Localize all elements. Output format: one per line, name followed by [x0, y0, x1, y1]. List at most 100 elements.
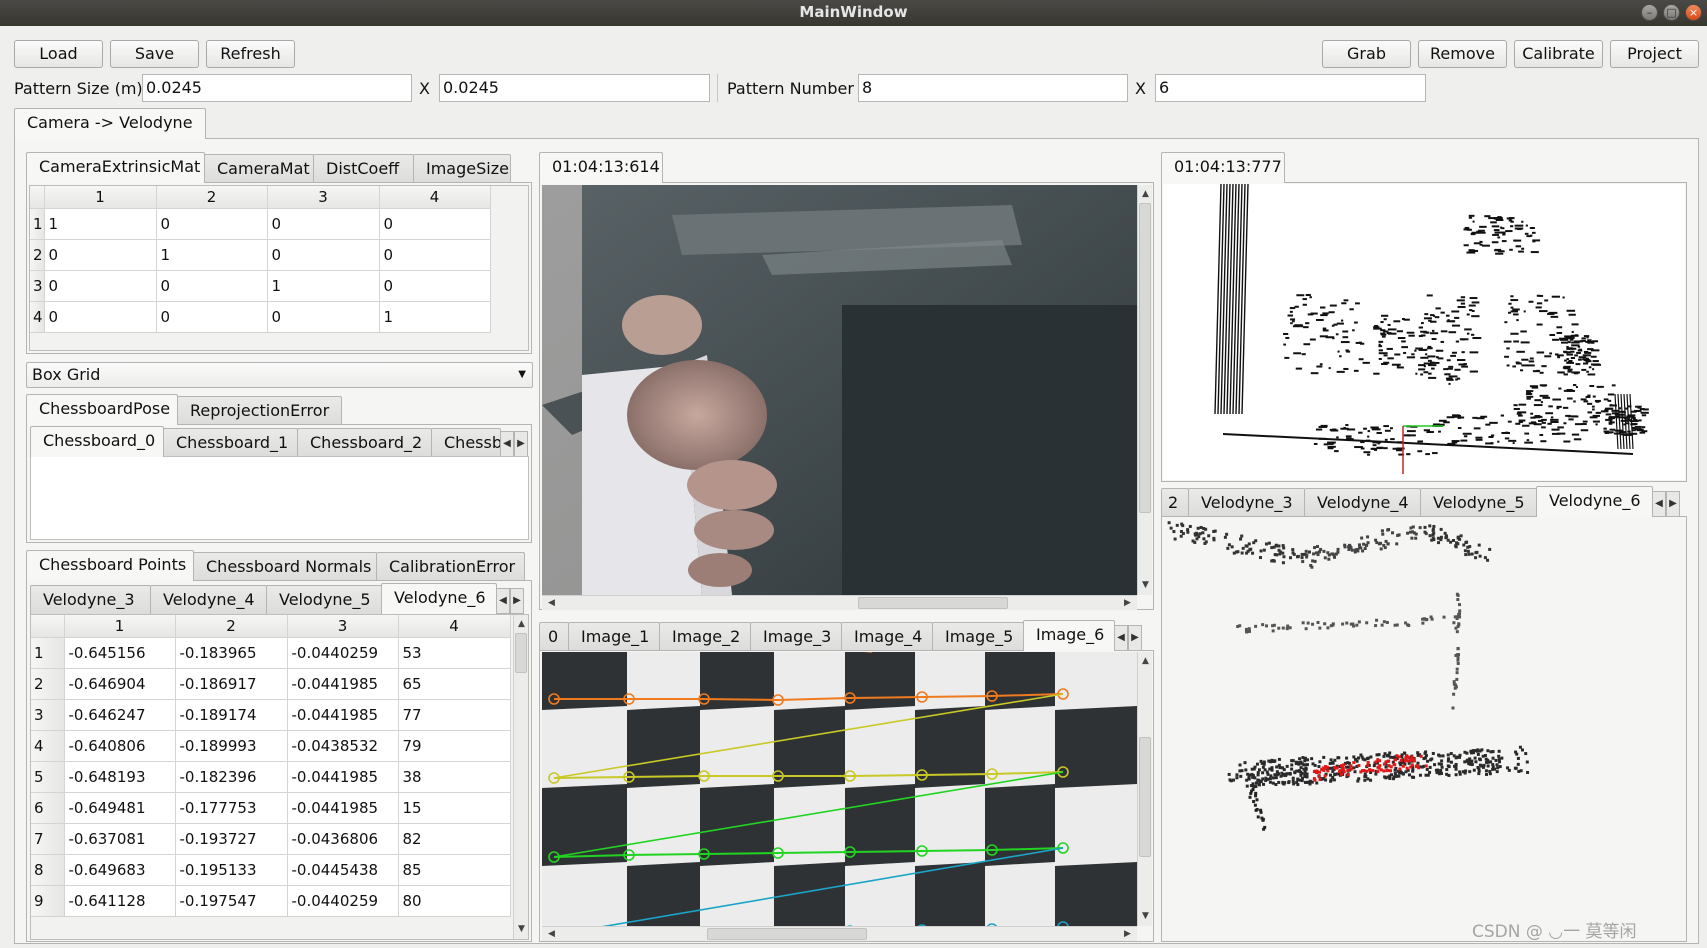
scroll-thumb[interactable]: [1139, 737, 1151, 857]
tab-image-6[interactable]: Image_6: [1023, 620, 1115, 651]
scroll-up-icon[interactable]: ▲: [1138, 187, 1153, 202]
tab-scroll-right-icon[interactable]: ▶: [1128, 625, 1142, 651]
tab-dist-coeff[interactable]: DistCoeff: [313, 154, 414, 183]
camera-timestamp-tab[interactable]: 01:04:13:614: [539, 152, 663, 183]
tab-velodyne-4[interactable]: Velodyne_4: [1304, 488, 1421, 517]
cell[interactable]: 80: [398, 885, 511, 917]
tab-image-2[interactable]: Image_2: [659, 622, 751, 651]
pattern-size-x-input[interactable]: 0.0245: [142, 74, 412, 102]
cell[interactable]: -0.645156: [64, 637, 176, 669]
cell[interactable]: 53: [398, 637, 511, 669]
cell[interactable]: -0.193727: [175, 823, 288, 855]
cell[interactable]: 0: [44, 239, 157, 271]
chessboard-points-table[interactable]: 1 2 3 4 1 -0.645156 -0.183965 -0.0440259 53 …: [30, 614, 529, 940]
cell[interactable]: -0.646904: [64, 668, 176, 700]
box-grid-combo[interactable]: Box Grid ▼: [26, 362, 533, 388]
cell[interactable]: 77: [398, 699, 511, 731]
scroll-up-icon[interactable]: ▲: [1138, 654, 1153, 669]
tab-chessboard-points[interactable]: Chessboard Points: [26, 550, 194, 581]
tab-velodyne-5[interactable]: Velodyne_5: [1420, 488, 1537, 517]
tab-scroll-left-icon[interactable]: ◀: [496, 588, 510, 614]
tab-velodyne-5[interactable]: Velodyne_5: [266, 585, 382, 614]
cell[interactable]: -0.189993: [175, 730, 288, 762]
tab-image-0[interactable]: 0: [539, 622, 569, 651]
project-button[interactable]: Project: [1610, 40, 1699, 68]
cell[interactable]: -0.0438532: [287, 730, 399, 762]
cell[interactable]: -0.0440259: [287, 885, 399, 917]
tab-scroll-left-icon[interactable]: ◀: [500, 431, 514, 457]
close-icon[interactable]: ×: [1685, 4, 1702, 21]
points-vertical-scrollbar[interactable]: ▲ ▼: [513, 615, 528, 939]
cell[interactable]: -0.637081: [64, 823, 176, 855]
load-button[interactable]: Load: [14, 40, 103, 68]
camera-horizontal-scrollbar[interactable]: ◀ ▶: [542, 595, 1137, 610]
cell[interactable]: 65: [398, 668, 511, 700]
cell[interactable]: -0.189174: [175, 699, 288, 731]
cell[interactable]: -0.0441985: [287, 761, 399, 793]
cell[interactable]: -0.0436806: [287, 823, 399, 855]
tab-calibration-error[interactable]: CalibrationError: [376, 552, 525, 581]
tab-chessboard-1[interactable]: Chessboard_1: [163, 428, 298, 457]
scroll-down-icon[interactable]: ▼: [1138, 578, 1153, 593]
cell[interactable]: 1: [156, 239, 268, 271]
tab-scroll-left-icon[interactable]: ◀: [1114, 625, 1128, 651]
cell[interactable]: 82: [398, 823, 511, 855]
cell[interactable]: 0: [379, 208, 491, 240]
scroll-left-icon[interactable]: ◀: [544, 596, 559, 611]
scroll-thumb[interactable]: [858, 597, 1008, 609]
tab-scroll-right-icon[interactable]: ▶: [1666, 491, 1680, 517]
cell[interactable]: 79: [398, 730, 511, 762]
tab-chessboard-2[interactable]: Chessboard_2: [297, 428, 432, 457]
refresh-button[interactable]: Refresh: [206, 40, 295, 68]
chessboard-horizontal-scrollbar[interactable]: ◀ ▶: [542, 926, 1137, 941]
tab-reprojection-error[interactable]: ReprojectionError: [177, 396, 342, 425]
cell[interactable]: 0: [44, 270, 157, 302]
scroll-up-icon[interactable]: ▲: [514, 617, 528, 632]
cell[interactable]: 85: [398, 854, 511, 886]
cell[interactable]: -0.640806: [64, 730, 176, 762]
cell[interactable]: 0: [267, 208, 380, 240]
tab-scroll-right-icon[interactable]: ▶: [510, 588, 524, 614]
scroll-right-icon[interactable]: ▶: [1120, 596, 1135, 611]
minimize-icon[interactable]: –: [1641, 4, 1658, 21]
cell[interactable]: -0.0441985: [287, 792, 399, 824]
scroll-down-icon[interactable]: ▼: [514, 922, 528, 937]
tab-camera-velodyne[interactable]: Camera -> Velodyne: [14, 108, 206, 139]
calibrate-button[interactable]: Calibrate: [1514, 40, 1603, 68]
cell[interactable]: 0: [44, 301, 157, 333]
maximize-icon[interactable]: □: [1663, 4, 1680, 21]
tab-velodyne-3[interactable]: Velodyne_3: [30, 585, 151, 614]
tab-velodyne-3[interactable]: Velodyne_3: [1188, 488, 1305, 517]
extrinsic-matrix-table[interactable]: 1 2 3 4 1 1 0 0 0 2 0 1 0 0 3 0 0 1 0 4: [29, 185, 529, 351]
scroll-right-icon[interactable]: ▶: [1120, 927, 1135, 942]
scroll-left-icon[interactable]: ◀: [544, 927, 559, 942]
scroll-down-icon[interactable]: ▼: [1138, 909, 1153, 924]
tab-scroll-left-icon[interactable]: ◀: [1652, 491, 1666, 517]
tab-image-5[interactable]: Image_5: [932, 622, 1024, 651]
cell[interactable]: -0.0441985: [287, 699, 399, 731]
cell[interactable]: 1: [379, 301, 491, 333]
lidar-timestamp-tab[interactable]: 01:04:13:777: [1161, 152, 1285, 183]
tab-velodyne-6[interactable]: Velodyne_6: [381, 583, 497, 614]
cell[interactable]: -0.197547: [175, 885, 288, 917]
cell[interactable]: -0.183965: [175, 637, 288, 669]
tab-chessboard-0[interactable]: Chessboard_0: [30, 426, 164, 457]
cell[interactable]: 1: [44, 208, 157, 240]
tab-velodyne-4[interactable]: Velodyne_4: [150, 585, 267, 614]
cell[interactable]: -0.182396: [175, 761, 288, 793]
scroll-thumb[interactable]: [515, 633, 527, 673]
tab-chessboard-3[interactable]: Chessb: [431, 428, 501, 457]
cell[interactable]: -0.177753: [175, 792, 288, 824]
cell[interactable]: -0.186917: [175, 668, 288, 700]
tab-image-1[interactable]: Image_1: [568, 622, 660, 651]
tab-velodyne-6[interactable]: Velodyne_6: [1536, 486, 1653, 517]
cell[interactable]: 0: [156, 208, 268, 240]
cell[interactable]: -0.648193: [64, 761, 176, 793]
tab-camera-extrinsic-mat[interactable]: CameraExtrinsicMat: [26, 152, 205, 183]
cell[interactable]: 0: [156, 301, 268, 333]
save-button[interactable]: Save: [110, 40, 199, 68]
tab-scroll-right-icon[interactable]: ▶: [514, 431, 528, 457]
cell[interactable]: -0.0440259: [287, 637, 399, 669]
tab-chessboard-normals[interactable]: Chessboard Normals: [193, 552, 377, 581]
cell[interactable]: 0: [267, 301, 380, 333]
